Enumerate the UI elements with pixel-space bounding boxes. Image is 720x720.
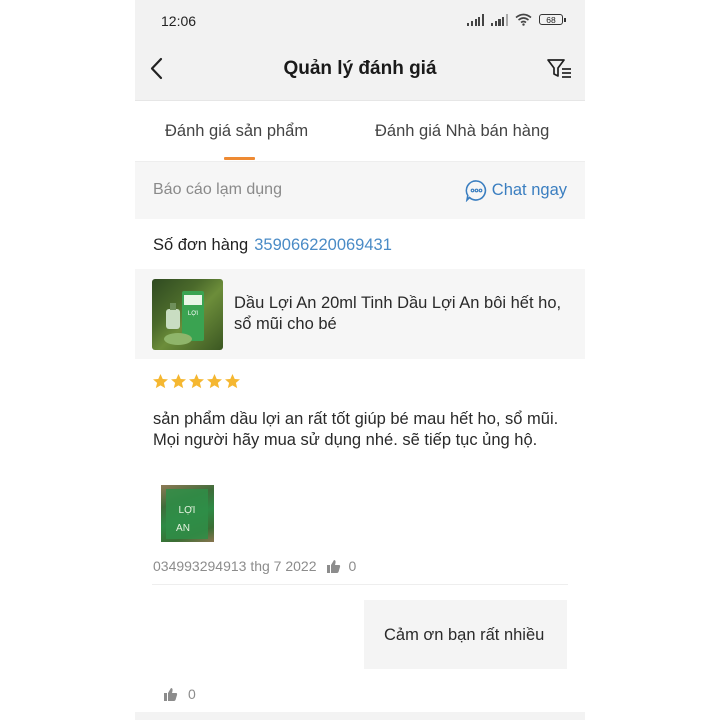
star-icon	[189, 374, 204, 389]
star-icon	[207, 374, 222, 389]
chat-now-button[interactable]: Chat ngay	[465, 179, 567, 202]
status-icons: 68	[467, 13, 566, 26]
star-icon	[153, 374, 168, 389]
chat-icon	[465, 180, 486, 202]
review-photo-text-1: LỢI	[179, 505, 196, 516]
report-row: Báo cáo lạm dụng Chat ngay	[135, 162, 585, 219]
page-title: Quản lý đánh giá	[283, 58, 437, 79]
tab-seller-reviews[interactable]: Đánh giá Nhà bán hàng	[375, 122, 549, 141]
signal-icon	[467, 13, 485, 26]
product-name[interactable]: Dầu Lợi An 20ml Tinh Dầu Lợi An bôi hết …	[234, 293, 564, 335]
star-icon	[225, 374, 240, 389]
review-tabs: Đánh giá sản phẩm Đánh giá Nhà bán hàng	[135, 101, 585, 162]
seller-reply: Cảm ơn bạn rất nhiều	[364, 600, 567, 669]
reply-meta: 0	[163, 686, 196, 702]
product-thumb-text: LỢI	[188, 311, 198, 317]
app-screen: 12:06 68 Quản lý đánh giá Đánh giá sản p…	[135, 0, 585, 720]
title-bar: Quản lý đánh giá	[135, 42, 585, 101]
thumbs-up-icon[interactable]	[326, 559, 341, 574]
order-number-label: Số đơn hàng	[153, 236, 249, 254]
review-like-count: 0	[348, 558, 357, 574]
signal-icon-2	[491, 13, 508, 26]
product-card[interactable]: LỢI Dầu Lợi An 20ml Tinh Dầu Lợi An bôi …	[135, 269, 585, 359]
star-icon	[171, 374, 186, 389]
reply-thumbs-up-icon[interactable]	[163, 687, 178, 702]
divider	[152, 584, 568, 585]
review-text: sản phẩm dầu lợi an rất tốt giúp bé mau …	[153, 410, 559, 449]
rating-stars	[152, 373, 241, 390]
filter-icon[interactable]	[545, 54, 575, 84]
review-photo[interactable]: LỢI AN	[161, 485, 214, 542]
status-time: 12:06	[161, 13, 197, 29]
active-tab-indicator	[224, 157, 255, 160]
status-bar: 12:06 68	[135, 0, 585, 42]
battery-icon: 68	[539, 14, 566, 25]
tab-product-reviews[interactable]: Đánh giá sản phẩm	[165, 122, 308, 141]
order-number-row: Số đơn hàng 359066220069431	[153, 236, 392, 255]
reply-like-count: 0	[188, 686, 196, 702]
review-photo-text-2: AN	[176, 523, 190, 534]
bottom-strip	[135, 712, 585, 720]
review-photo-image: LỢI AN	[166, 489, 208, 539]
review-author-date: 034993294913 thg 7 2022	[153, 558, 317, 574]
product-thumbnail[interactable]: LỢI	[152, 279, 223, 350]
report-abuse-link[interactable]: Báo cáo lạm dụng	[153, 181, 282, 199]
order-number-value[interactable]: 359066220069431	[254, 236, 392, 254]
wifi-icon	[515, 13, 532, 26]
reply-text: Cảm ơn bạn rất nhiều	[384, 626, 545, 644]
product-bottle-image: LỢI	[164, 291, 204, 345]
review-meta: 034993294913 thg 7 2022 0	[153, 558, 356, 574]
chat-now-label: Chat ngay	[491, 181, 567, 199]
